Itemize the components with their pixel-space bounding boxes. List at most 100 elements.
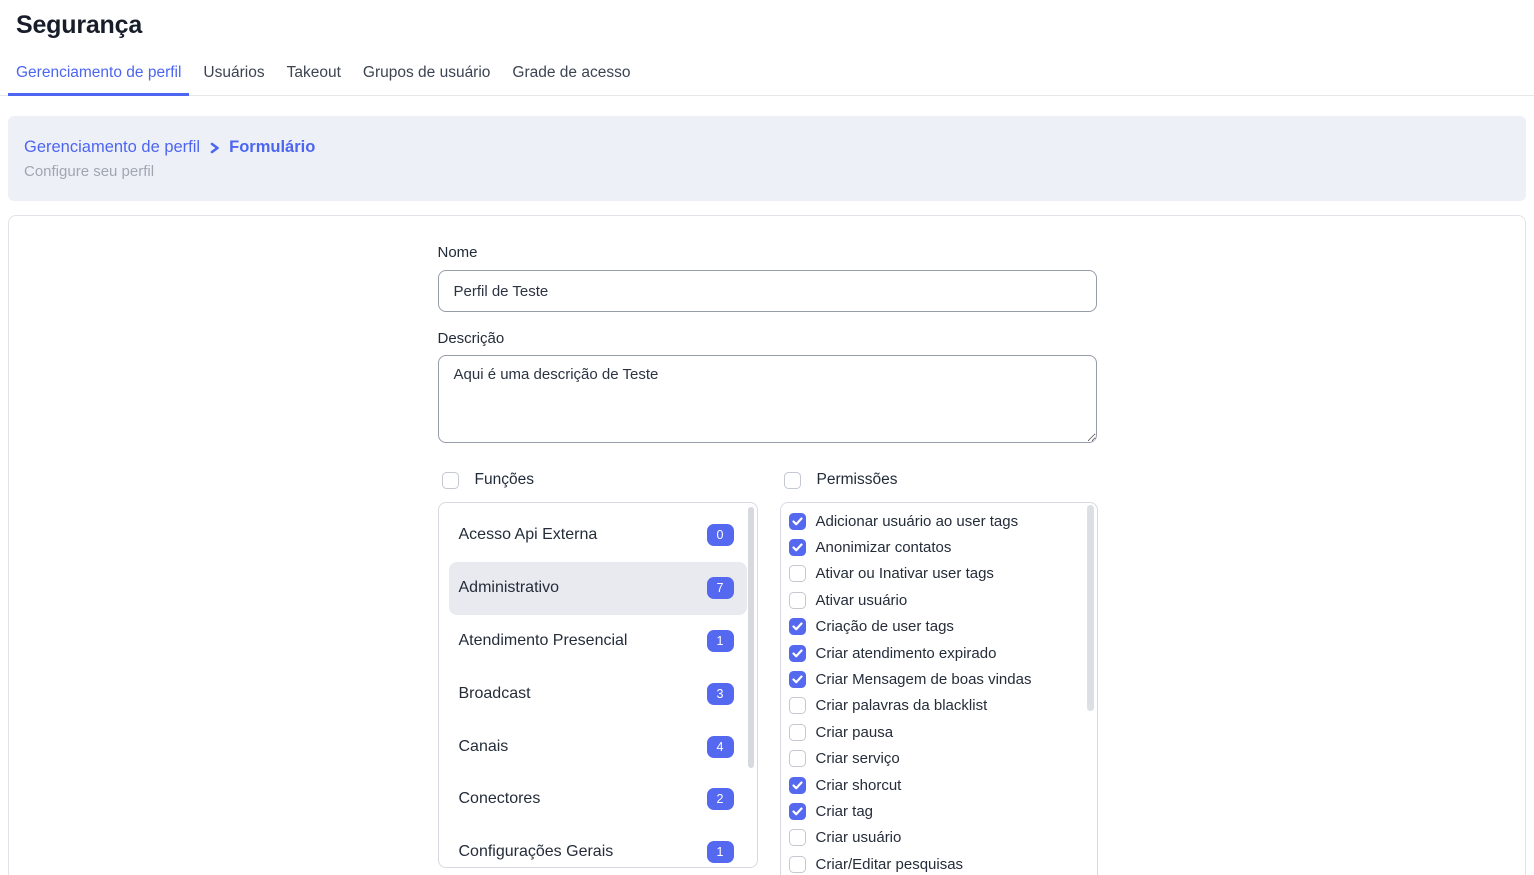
- permissoes-header: Permissões: [784, 471, 1098, 489]
- funcoes-item-atendimento-presencial[interactable]: Atendimento Presencial 1: [449, 615, 747, 668]
- permissao-label: Criar atendimento expirado: [816, 645, 997, 662]
- profile-form: Nome Descrição Aqui é uma descrição de T…: [438, 216, 1097, 875]
- funcoes-item-broadcast[interactable]: Broadcast 3: [449, 667, 747, 720]
- funcoes-select-all-checkbox[interactable]: [442, 472, 459, 489]
- funcoes-item-administrativo[interactable]: Administrativo 7: [449, 562, 747, 615]
- tab-label: Takeout: [287, 64, 341, 81]
- funcoes-item-label: Conectores: [459, 790, 541, 808]
- permissao-checkbox[interactable]: [789, 645, 806, 662]
- tab-grade-de-acesso[interactable]: Grade de acesso: [504, 64, 638, 95]
- permissao-checkbox[interactable]: [789, 856, 806, 873]
- tab-label: Usuários: [203, 64, 264, 81]
- check-icon: [792, 649, 803, 658]
- page-header: Segurança Gerenciamento de perfil Usuário…: [0, 11, 1534, 96]
- funcoes-item-count-badge: 1: [707, 841, 734, 863]
- tab-usu-rios[interactable]: Usuários: [195, 64, 272, 95]
- funcoes-item-count-badge: 4: [707, 736, 734, 758]
- tab-label: Grade de acesso: [512, 64, 630, 81]
- permissao-checkbox[interactable]: [789, 618, 806, 635]
- permissao-label: Criação de user tags: [816, 618, 954, 635]
- permissao-label: Ativar ou Inativar user tags: [816, 565, 994, 582]
- permissao-label: Criar serviço: [816, 750, 900, 767]
- funcoes-item-canais[interactable]: Canais 4: [449, 720, 747, 773]
- tab-bar: Gerenciamento de perfil Usuários Takeout Gr…: [0, 64, 1534, 96]
- permissao-item-criar-palavras-da-blacklist[interactable]: Criar palavras da blacklist: [781, 693, 1097, 719]
- permissao-item-ativar-ou-inativar-user-tags[interactable]: Ativar ou Inativar user tags: [781, 561, 1097, 587]
- permissoes-select-all-checkbox[interactable]: [784, 472, 801, 489]
- funcoes-item-label: Acesso Api Externa: [459, 526, 598, 544]
- page-title: Segurança: [16, 11, 1534, 40]
- tab-gerenciamento-de-perfil[interactable]: Gerenciamento de perfil: [8, 64, 189, 96]
- permissao-item-criar-pausa[interactable]: Criar pausa: [781, 719, 1097, 745]
- permissao-item-criar-shorcut[interactable]: Criar shorcut: [781, 772, 1097, 798]
- permissao-label: Criar Mensagem de boas vindas: [816, 671, 1032, 688]
- permissao-checkbox[interactable]: [789, 777, 806, 794]
- permissao-item-cria-o-de-user-tags[interactable]: Criação de user tags: [781, 614, 1097, 640]
- funcoes-label: Funções: [475, 471, 534, 489]
- permissao-checkbox[interactable]: [789, 803, 806, 820]
- funcoes-header: Funções: [442, 471, 758, 489]
- check-icon: [792, 622, 803, 631]
- funcoes-item-configura-es-gerais[interactable]: Configurações Gerais 1: [449, 826, 747, 868]
- permissao-checkbox[interactable]: [789, 724, 806, 741]
- permissao-item-criar-usu-rio[interactable]: Criar usuário: [781, 825, 1097, 851]
- permissao-checkbox[interactable]: [789, 697, 806, 714]
- nome-label: Nome: [438, 243, 1097, 262]
- permissao-item-criar-editar-pesquisas[interactable]: Criar/Editar pesquisas: [781, 851, 1097, 875]
- funcoes-item-label: Canais: [459, 738, 509, 756]
- permissao-label: Criar/Editar pesquisas: [816, 856, 964, 873]
- check-icon: [792, 675, 803, 684]
- permissao-label: Ativar usuário: [816, 592, 908, 609]
- check-icon: [792, 517, 803, 526]
- check-icon: [792, 543, 803, 552]
- form-card: Nome Descrição Aqui é uma descrição de T…: [8, 215, 1526, 875]
- permissao-label: Criar tag: [816, 803, 874, 820]
- permissao-checkbox[interactable]: [789, 513, 806, 530]
- permissao-checkbox[interactable]: [789, 750, 806, 767]
- funcoes-item-label: Administrativo: [459, 579, 559, 597]
- descricao-textarea[interactable]: Aqui é uma descrição de Teste: [438, 355, 1097, 443]
- permissoes-scrollbar[interactable]: [1087, 505, 1094, 711]
- funcoes-column: Funções Acesso Api Externa 0 Administrat…: [438, 471, 758, 875]
- permissao-item-anonimizar-contatos[interactable]: Anonimizar contatos: [781, 534, 1097, 560]
- lists-row: Funções Acesso Api Externa 0 Administrat…: [438, 471, 1097, 875]
- permissao-item-adicionar-usu-rio-ao-user-tags[interactable]: Adicionar usuário ao user tags: [781, 508, 1097, 534]
- permissao-item-criar-tag[interactable]: Criar tag: [781, 798, 1097, 824]
- funcoes-list: Acesso Api Externa 0 Administrativo 7 At…: [438, 502, 758, 868]
- permissao-label: Criar usuário: [816, 829, 902, 846]
- funcoes-item-acesso-api-externa[interactable]: Acesso Api Externa 0: [449, 509, 747, 562]
- permissao-item-ativar-usu-rio[interactable]: Ativar usuário: [781, 587, 1097, 613]
- check-icon: [792, 781, 803, 790]
- permissoes-label: Permissões: [817, 471, 898, 489]
- breadcrumb-parent-link[interactable]: Gerenciamento de perfil: [24, 138, 200, 157]
- permissao-item-criar-atendimento-expirado[interactable]: Criar atendimento expirado: [781, 640, 1097, 666]
- banner-subtitle: Configure seu perfil: [24, 162, 1510, 181]
- permissao-label: Anonimizar contatos: [816, 539, 952, 556]
- chevron-right-icon: [208, 141, 221, 155]
- permissao-item-criar-mensagem-de-boas-vindas[interactable]: Criar Mensagem de boas vindas: [781, 666, 1097, 692]
- breadcrumb-current: Formulário: [229, 138, 315, 157]
- check-icon: [792, 807, 803, 816]
- funcoes-item-count-badge: 0: [707, 524, 734, 546]
- permissao-checkbox[interactable]: [789, 539, 806, 556]
- permissao-item-criar-servi-o[interactable]: Criar serviço: [781, 746, 1097, 772]
- permissao-label: Criar shorcut: [816, 777, 902, 794]
- tab-grupos-de-usu-rio[interactable]: Grupos de usuário: [355, 64, 499, 95]
- permissao-checkbox[interactable]: [789, 592, 806, 609]
- tab-takeout[interactable]: Takeout: [279, 64, 349, 95]
- permissao-checkbox[interactable]: [789, 671, 806, 688]
- funcoes-item-conectores[interactable]: Conectores 2: [449, 773, 747, 826]
- funcoes-item-count-badge: 7: [707, 577, 734, 599]
- permissao-label: Adicionar usuário ao user tags: [816, 513, 1019, 530]
- permissoes-list: Adicionar usuário ao user tags Anonimiza…: [780, 502, 1098, 875]
- funcoes-scrollbar[interactable]: [748, 507, 754, 768]
- permissao-label: Criar palavras da blacklist: [816, 697, 988, 714]
- permissao-label: Criar pausa: [816, 724, 894, 741]
- funcoes-item-count-badge: 2: [707, 788, 734, 810]
- funcoes-item-label: Configurações Gerais: [459, 843, 614, 861]
- permissoes-column: Permissões Adicionar usuário ao user tag…: [780, 471, 1098, 875]
- permissao-checkbox[interactable]: [789, 565, 806, 582]
- breadcrumb: Gerenciamento de perfil Formulário: [24, 138, 1510, 157]
- permissao-checkbox[interactable]: [789, 829, 806, 846]
- nome-input[interactable]: [438, 270, 1097, 312]
